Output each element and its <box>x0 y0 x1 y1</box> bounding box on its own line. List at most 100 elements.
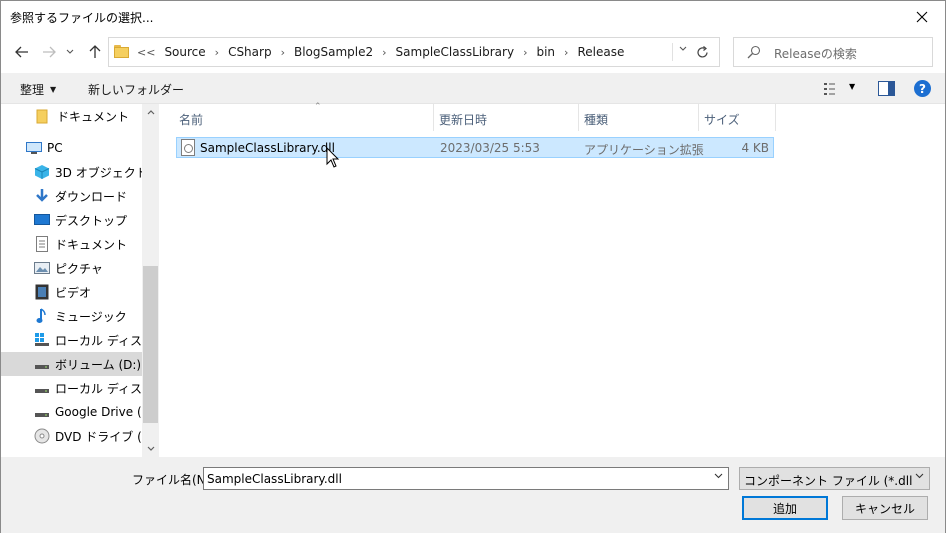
column-header-type[interactable]: 種類 <box>579 104 699 131</box>
sidebar-item-dvd-drive[interactable]: DVD ドライブ (I:) D <box>1 424 142 448</box>
sidebar-item-downloads[interactable]: ダウンロード <box>1 184 142 208</box>
sidebar-item-documents-quick[interactable]: ドキュメント <box>1 104 142 128</box>
breadcrumb-separator[interactable]: › <box>523 46 527 59</box>
sidebar-item-desktop[interactable]: デスクトップ <box>1 208 142 232</box>
breadcrumb-item[interactable]: BlogSample2 <box>294 45 373 59</box>
scroll-thumb[interactable] <box>143 266 158 423</box>
drive-icon <box>34 380 50 396</box>
file-list: 名前 ⌃ 更新日時 種類 サイズ SampleClassLibrary.dll … <box>159 102 945 457</box>
file-name: SampleClassLibrary.dll <box>200 141 335 155</box>
chevron-down-icon <box>66 49 74 54</box>
drive-icon <box>34 404 50 420</box>
filename-input[interactable]: SampleClassLibrary.dll <box>203 467 729 490</box>
file-dialog-window: 参照するファイルの選択... << Source › CSharp › Blog <box>0 0 946 533</box>
file-type-filter-value: コンポーネント ファイル (*.dll;*.tlb;*.o <box>744 474 912 488</box>
search-input[interactable]: Releaseの検索 <box>733 37 933 67</box>
local-disk-icon <box>34 332 50 348</box>
chevron-down-icon <box>915 472 924 482</box>
3d-objects-icon <box>34 164 50 180</box>
filename-value: SampleClassLibrary.dll <box>207 472 342 486</box>
toolbar: 整理 ▼ 新しいフォルダー ▼ ? <box>1 73 945 104</box>
breadcrumb-item[interactable]: Source <box>164 45 205 59</box>
column-header-size[interactable]: サイズ <box>699 104 776 131</box>
breadcrumb-overflow[interactable]: << <box>137 46 155 59</box>
refresh-icon <box>696 45 708 58</box>
file-modified: 2023/03/25 5:53 <box>440 141 540 155</box>
sort-ascending-icon: ⌃ <box>314 102 322 112</box>
chevron-up-icon <box>147 110 154 115</box>
search-placeholder: Releaseの検索 <box>774 47 857 61</box>
view-options-icon[interactable] <box>824 82 840 96</box>
breadcrumb-separator[interactable]: › <box>215 46 219 59</box>
forward-button[interactable] <box>38 42 60 62</box>
arrow-left-icon <box>15 46 28 58</box>
sidebar-item-volume-d[interactable]: ボリューム (D:) <box>1 352 142 376</box>
chevron-down-icon <box>147 446 154 451</box>
filename-history-dropdown[interactable] <box>714 472 723 482</box>
sidebar-item-local-disk-e[interactable]: ローカル ディスク (E:) <box>1 376 142 400</box>
scroll-up-button[interactable] <box>142 104 159 121</box>
breadcrumb-item[interactable]: CSharp <box>228 45 272 59</box>
refresh-button[interactable] <box>691 42 713 62</box>
recent-locations-button[interactable] <box>63 42 77 62</box>
breadcrumb-item[interactable]: Release <box>577 45 624 59</box>
help-icon[interactable]: ? <box>914 80 931 97</box>
dvd-icon <box>34 428 50 444</box>
sidebar-item-pc[interactable]: PC <box>1 136 142 160</box>
title-bar: 参照するファイルの選択... <box>1 1 945 32</box>
new-folder-button[interactable]: 新しいフォルダー <box>88 81 184 98</box>
scroll-down-button[interactable] <box>142 440 159 457</box>
column-header-modified[interactable]: 更新日時 <box>434 104 579 131</box>
video-icon <box>34 284 50 300</box>
navigation-row: << Source › CSharp › BlogSample2 › Sampl… <box>1 33 945 71</box>
breadcrumb-separator[interactable]: › <box>382 46 386 59</box>
music-icon <box>34 308 50 324</box>
desktop-icon <box>34 212 50 228</box>
preview-pane-icon[interactable] <box>878 81 895 96</box>
column-header-name[interactable]: 名前 ⌃ <box>174 102 434 131</box>
breadcrumb-item[interactable]: bin <box>536 45 555 59</box>
sidebar-item-3d-objects[interactable]: 3D オブジェクト <box>1 160 142 184</box>
folder-icon <box>114 45 130 58</box>
chevron-down-icon <box>714 473 723 479</box>
drive-icon <box>34 356 50 372</box>
breadcrumb-separator[interactable]: › <box>564 46 568 59</box>
file-type-filter[interactable]: コンポーネント ファイル (*.dll;*.tlb;*.o <box>739 467 930 490</box>
dll-file-icon <box>181 139 195 156</box>
arrow-up-icon <box>89 45 101 58</box>
pictures-icon <box>34 260 50 276</box>
search-icon <box>747 45 761 59</box>
back-button[interactable] <box>11 42 33 62</box>
folder-icon <box>36 108 52 124</box>
address-bar[interactable]: << Source › CSharp › BlogSample2 › Sampl… <box>108 37 720 67</box>
sidebar-item-google-drive[interactable]: Google Drive (F:) <box>1 400 142 424</box>
cancel-button[interactable]: キャンセル <box>842 496 928 520</box>
dialog-footer: ファイル名(N): SampleClassLibrary.dll コンポーネント… <box>1 457 945 533</box>
document-icon <box>34 236 50 252</box>
close-icon <box>916 11 928 22</box>
navigation-scrollbar[interactable] <box>142 104 159 457</box>
sidebar-item-videos[interactable]: ビデオ <box>1 280 142 304</box>
window-title: 参照するファイルの選択... <box>10 11 154 25</box>
view-dropdown-icon[interactable]: ▼ <box>849 82 855 91</box>
arrow-right-icon <box>43 46 56 58</box>
up-button[interactable] <box>84 42 106 62</box>
organize-button[interactable]: 整理 ▼ <box>20 81 56 98</box>
sidebar-item-local-disk-c[interactable]: ローカル ディスク (C:) <box>1 328 142 352</box>
sidebar-item-pictures[interactable]: ピクチャ <box>1 256 142 280</box>
add-button[interactable]: 追加 <box>742 496 828 520</box>
chevron-down-icon <box>679 46 687 51</box>
table-row[interactable]: SampleClassLibrary.dll 2023/03/25 5:53 ア… <box>176 137 774 158</box>
sidebar-item-documents[interactable]: ドキュメント <box>1 232 142 256</box>
breadcrumb-item[interactable]: SampleClassLibrary <box>396 45 515 59</box>
file-size: 4 KB <box>741 141 769 155</box>
close-button[interactable] <box>899 1 945 32</box>
download-icon <box>34 188 50 204</box>
caret-down-icon: ▼ <box>50 85 57 94</box>
breadcrumb: << Source › CSharp › BlogSample2 › Sampl… <box>137 45 624 59</box>
breadcrumb-separator[interactable]: › <box>281 46 285 59</box>
file-type: アプリケーション拡張 <box>584 143 704 157</box>
pc-icon <box>26 140 42 156</box>
sidebar-item-music[interactable]: ミュージック <box>1 304 142 328</box>
address-dropdown[interactable] <box>679 44 687 55</box>
